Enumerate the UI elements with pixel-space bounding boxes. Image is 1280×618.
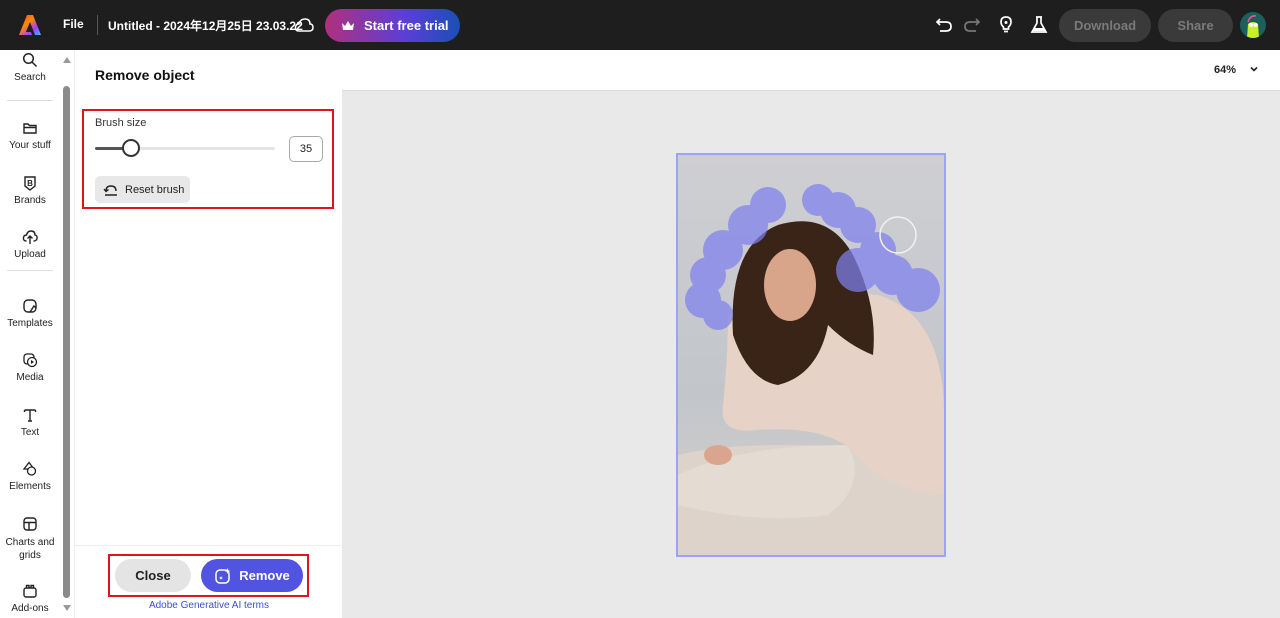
rail-item-upload[interactable]: Upload — [0, 229, 60, 260]
folder-icon — [23, 123, 37, 134]
rail-item-label: Text — [20, 427, 40, 438]
photo-illustration — [678, 155, 944, 555]
cloud-icon[interactable] — [294, 16, 314, 34]
svg-text:B: B — [27, 179, 33, 188]
reset-brush-label: Reset brush — [125, 183, 185, 196]
remove-object-panel: Remove object Brush size 35 Reset brush … — [74, 50, 343, 618]
brush-size-input[interactable]: 35 — [289, 136, 323, 162]
face — [764, 249, 816, 321]
brush-size-label: Brush size — [95, 117, 147, 129]
start-free-trial-label: Start free trial — [364, 18, 449, 33]
rail-item-brands[interactable]: B Brands — [0, 175, 60, 206]
top-bar: File Untitled - 2024年12月25日 23.03.22 Sta… — [0, 0, 1280, 50]
rail-item-add-ons[interactable]: Add-ons — [0, 583, 60, 614]
remove-button[interactable]: Remove — [201, 559, 303, 592]
slider-thumb[interactable] — [122, 139, 140, 157]
redo-icon[interactable] — [962, 15, 982, 35]
rail-item-label: Elements — [9, 481, 51, 492]
canvas-toolbar: 64% — [342, 50, 1280, 91]
brush-size-slider[interactable] — [95, 139, 275, 157]
adobe-express-logo[interactable] — [18, 13, 42, 37]
divider — [75, 545, 343, 546]
rail-item-label: Media — [16, 372, 44, 383]
rail-item-label: Search — [14, 72, 46, 83]
hand — [704, 445, 732, 465]
rail-divider — [7, 100, 53, 101]
rail-item-charts-and-grids[interactable]: Charts and grids — [0, 516, 60, 562]
download-button[interactable]: Download — [1059, 9, 1151, 42]
rail-scrollbar[interactable] — [60, 50, 74, 618]
upload-icon — [22, 230, 38, 244]
text-icon — [23, 409, 37, 422]
rail-item-label: Templates — [7, 318, 53, 329]
scroll-thumb[interactable] — [63, 86, 70, 598]
flask-icon[interactable] — [1029, 15, 1049, 35]
zoom-level[interactable]: 64% — [1214, 64, 1236, 76]
rail-item-label: Add-ons — [11, 603, 49, 614]
share-button[interactable]: Share — [1158, 9, 1233, 42]
canvas-image[interactable] — [676, 153, 946, 557]
rail-item-text[interactable]: Text — [0, 407, 60, 438]
rail-item-label: Brands — [14, 195, 46, 206]
magic-remove-icon — [215, 567, 231, 584]
search-icon — [22, 52, 38, 68]
rail-item-label: Upload — [14, 249, 46, 260]
rail-item-templates[interactable]: Templates — [0, 298, 60, 329]
rail-item-label: Your stuff — [9, 140, 51, 151]
file-menu[interactable]: File — [63, 17, 84, 31]
rail-item-your-stuff[interactable]: Your stuff — [0, 120, 60, 151]
close-button[interactable]: Close — [115, 559, 191, 592]
scroll-down-arrow[interactable] — [63, 605, 71, 611]
rail-item-label: Charts and grids — [5, 537, 55, 561]
rail-item-search[interactable]: Search — [0, 52, 60, 83]
divider — [97, 15, 98, 35]
templates-icon — [23, 299, 37, 313]
rail-item-elements[interactable]: Elements — [0, 461, 60, 492]
rail-divider — [7, 270, 53, 271]
avatar[interactable] — [1240, 12, 1266, 38]
adobe-generative-ai-terms-link[interactable]: Adobe Generative AI terms — [75, 600, 343, 611]
charts-grid-icon — [23, 517, 37, 531]
crown-icon — [342, 21, 354, 30]
chevron-down-icon[interactable] — [1249, 64, 1259, 74]
brand-icon: B — [24, 176, 36, 191]
elements-icon — [22, 461, 37, 476]
media-icon — [23, 353, 38, 368]
panel-title: Remove object — [95, 67, 195, 83]
rail-item-media[interactable]: Media — [0, 352, 60, 383]
start-free-trial-button[interactable]: Start free trial — [325, 9, 460, 42]
scroll-up-arrow[interactable] — [63, 57, 71, 63]
addons-icon — [23, 584, 37, 598]
reset-brush-button[interactable]: Reset brush — [95, 176, 190, 203]
document-title[interactable]: Untitled - 2024年12月25日 23.03.22 — [108, 17, 303, 34]
undo-icon[interactable] — [934, 15, 954, 35]
reset-icon — [103, 184, 117, 196]
lightbulb-icon[interactable] — [996, 15, 1016, 35]
left-rail: Search Your stuff B Brands Upload Templa… — [0, 50, 60, 618]
remove-label: Remove — [239, 568, 290, 583]
